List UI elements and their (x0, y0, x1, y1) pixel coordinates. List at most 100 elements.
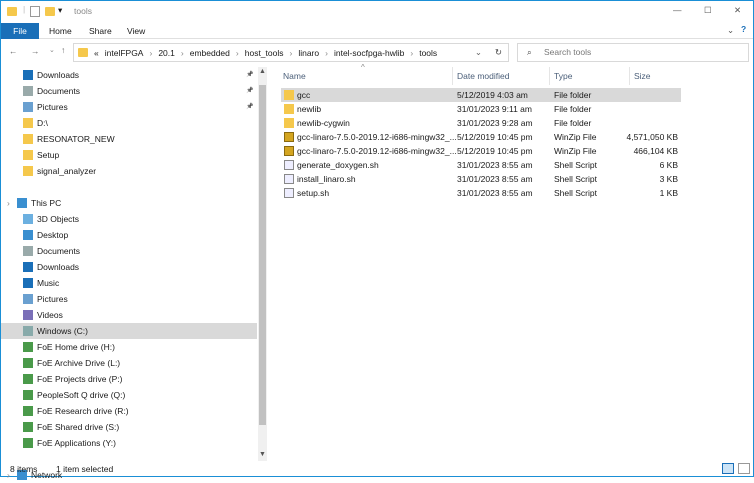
nav-item[interactable]: Documents 📌 (1, 83, 257, 99)
properties-icon[interactable] (30, 6, 40, 17)
pin-icon[interactable]: 📌 (246, 67, 253, 83)
up-button[interactable]: ↑ (61, 45, 65, 55)
file-row[interactable]: install_linaro.sh 31/01/2023 8:55 am Shell… (281, 172, 681, 186)
file-size: 466,104 KB (633, 146, 678, 156)
minimize-button[interactable]: — (673, 5, 682, 15)
folder-icon (7, 7, 17, 16)
nav-item[interactable]: Documents (1, 243, 257, 259)
nav-item-label: FoE Home drive (H:) (37, 342, 115, 352)
file-row[interactable]: gcc-linaro-7.5.0-2019.12-i686-mingw32_..… (281, 144, 681, 158)
file-row[interactable]: gcc 5/12/2019 4:03 am File folder (281, 88, 681, 102)
large-icons-view-icon[interactable] (738, 463, 750, 474)
nav-scrollbar-thumb[interactable] (259, 85, 266, 425)
nav-item-label: FoE Archive Drive (L:) (37, 358, 121, 368)
expand-ribbon-icon[interactable]: ⌄ (727, 25, 734, 36)
nav-item[interactable]: Pictures (1, 291, 257, 307)
nav-item[interactable]: Music (1, 275, 257, 291)
nav-item[interactable]: D:\ (1, 115, 257, 131)
breadcrumb-item[interactable]: 20.1 (158, 48, 175, 58)
network-drive-icon (23, 406, 33, 416)
breadcrumb-item[interactable]: intel-socfpga-hwlib (334, 48, 404, 58)
maximize-button[interactable]: ☐ (704, 5, 712, 16)
new-folder-icon[interactable] (45, 7, 55, 16)
item-count: 8 items (10, 464, 38, 474)
breadcrumb-item[interactable]: host_tools (245, 48, 284, 58)
nav-item[interactable]: Desktop (1, 227, 257, 243)
nav-item[interactable]: Windows (C:) (1, 323, 257, 339)
tab-home[interactable]: Home (41, 23, 80, 39)
column-header-type[interactable]: Type (554, 69, 572, 83)
file-date: 5/12/2019 10:45 pm (457, 146, 533, 156)
nav-item[interactable]: Pictures 📌 (1, 99, 257, 115)
nav-item-label: RESONATOR_NEW (37, 134, 115, 144)
file-row[interactable]: gcc-linaro-7.5.0-2019.12-i686-mingw32_..… (281, 130, 681, 144)
close-button[interactable]: ✕ (734, 5, 741, 16)
address-bar[interactable]: « intelFPGA › 20.1 › embedded › host_tools ›… (73, 43, 509, 62)
address-dropdown-icon[interactable]: ⌄ (475, 47, 482, 58)
nav-item[interactable]: PeopleSoft Q drive (Q:) (1, 387, 257, 403)
nav-item[interactable]: FoE Shared drive (S:) (1, 419, 257, 435)
breadcrumb-item[interactable]: embedded (190, 48, 230, 58)
refresh-icon[interactable]: ↻ (495, 47, 502, 58)
nav-item[interactable]: Setup (1, 147, 257, 163)
folder-icon (23, 134, 33, 144)
folder-icon (23, 150, 33, 160)
nav-item[interactable]: FoE Research drive (R:) (1, 403, 257, 419)
pin-icon[interactable]: 📌 (246, 83, 253, 99)
customize-qat-icon[interactable]: ▾ (58, 5, 62, 16)
tab-share[interactable]: Share (81, 23, 120, 39)
pin-icon[interactable]: 📌 (246, 99, 253, 115)
file-date: 31/01/2023 8:55 am (457, 174, 533, 184)
breadcrumb-item[interactable]: tools (419, 48, 437, 58)
winzip-icon (284, 146, 294, 156)
file-type: File folder (554, 104, 592, 114)
breadcrumb-item[interactable]: linaro (298, 48, 319, 58)
file-name: gcc (297, 90, 311, 100)
nav-item[interactable]: 3D Objects (1, 211, 257, 227)
breadcrumb-overflow[interactable]: « (94, 48, 99, 58)
file-row[interactable]: setup.sh 31/01/2023 8:55 am Shell Script 1 … (281, 186, 681, 200)
3d-objects-icon (23, 214, 33, 224)
nav-item[interactable]: RESONATOR_NEW (1, 131, 257, 147)
pictures-icon (23, 294, 33, 304)
nav-item-label: FoE Research drive (R:) (37, 406, 129, 416)
nav-item[interactable]: FoE Applications (Y:) (1, 435, 257, 451)
tab-view[interactable]: View (119, 23, 153, 39)
file-size: 1 KB (659, 188, 678, 198)
search-input[interactable]: ⌕ Search tools (517, 43, 749, 62)
nav-item[interactable]: FoE Home drive (H:) (1, 339, 257, 355)
scroll-up-icon[interactable]: ▲ (259, 68, 266, 75)
file-name: newlib-cygwin (297, 118, 350, 128)
column-header-size[interactable]: Size (634, 69, 651, 83)
nav-item[interactable]: This PC › (1, 195, 257, 211)
nav-item-label: Desktop (37, 230, 69, 240)
music-icon (23, 278, 33, 288)
script-icon (284, 160, 294, 170)
tab-file[interactable]: File (1, 23, 39, 39)
details-view-icon[interactable] (722, 463, 734, 474)
file-row[interactable]: newlib 31/01/2023 9:11 am File folder (281, 102, 681, 116)
nav-item[interactable]: Downloads (1, 259, 257, 275)
nav-item[interactable]: signal_analyzer (1, 163, 257, 179)
nav-item[interactable]: Videos (1, 307, 257, 323)
recent-locations-icon[interactable]: ⌄ (49, 46, 55, 54)
folder-icon (284, 90, 294, 100)
column-header-date[interactable]: Date modified (457, 69, 509, 83)
expand-chevron-icon[interactable]: › (7, 195, 10, 211)
file-name: newlib (297, 104, 322, 114)
column-header-name[interactable]: Name (283, 69, 306, 83)
scroll-down-icon[interactable]: ▼ (259, 451, 266, 458)
nav-item[interactable]: FoE Projects drive (P:) (1, 371, 257, 387)
file-row[interactable]: generate_doxygen.sh 31/01/2023 8:55 am She… (281, 158, 681, 172)
file-type: WinZip File (554, 146, 597, 156)
nav-item-label: D:\ (37, 118, 48, 128)
forward-button[interactable]: → (31, 46, 40, 56)
file-date: 31/01/2023 8:55 am (457, 188, 533, 198)
back-button[interactable]: ← (9, 46, 18, 56)
file-row[interactable]: newlib-cygwin 31/01/2023 9:28 am File fold… (281, 116, 681, 130)
folder-icon (284, 104, 294, 114)
help-icon[interactable]: ? (741, 24, 746, 34)
breadcrumb-item[interactable]: intelFPGA (105, 48, 144, 58)
nav-item[interactable]: Downloads 📌 (1, 67, 257, 83)
nav-item[interactable]: FoE Archive Drive (L:) (1, 355, 257, 371)
